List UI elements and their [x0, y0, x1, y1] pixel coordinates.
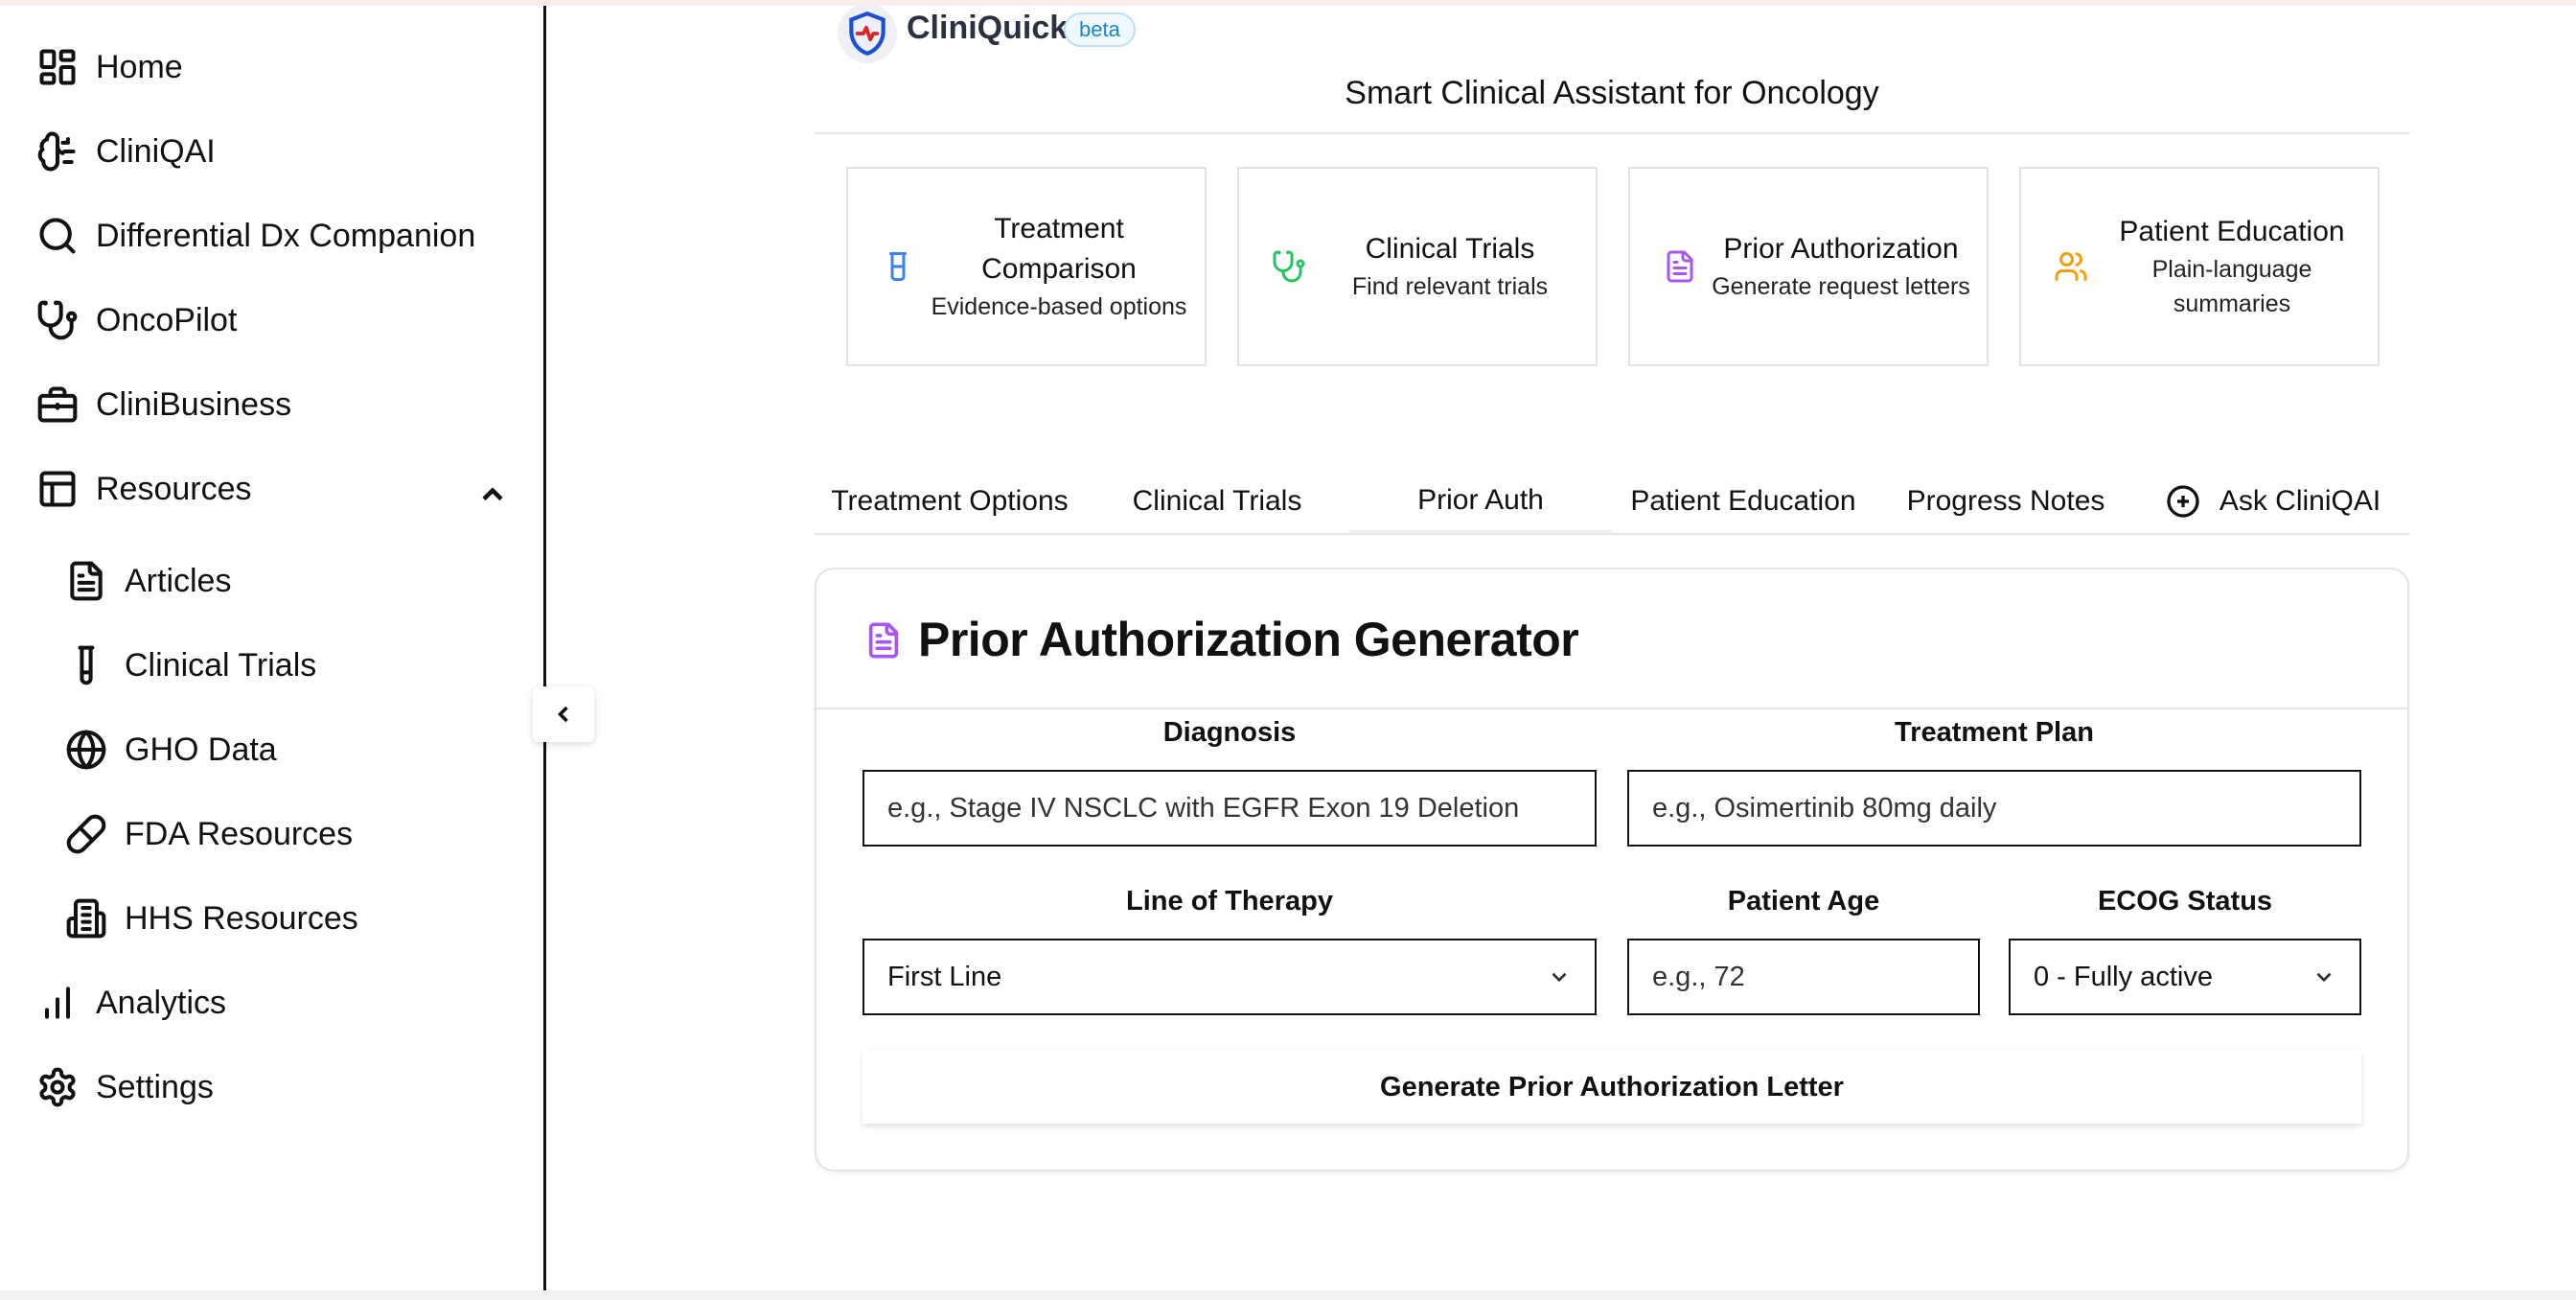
test-tube-icon	[63, 642, 109, 688]
generate-letter-button[interactable]: Generate Prior Authorization Letter	[862, 1051, 2361, 1124]
stethoscope-icon	[34, 297, 80, 343]
sidebar-item-label: Clinical Trials	[125, 646, 317, 684]
diagnosis-label: Diagnosis	[1162, 717, 1297, 748]
search-icon	[34, 213, 80, 259]
sidebar-item-label: GHO Data	[125, 731, 277, 768]
sidebar-item-label: CliniQAI	[96, 132, 216, 170]
card-description: Plain-language summaries	[2151, 256, 2312, 317]
sidebar-item-hhs-resources[interactable]: HHS Resources	[63, 890, 358, 947]
sidebar-item-oncopilot[interactable]: OncoPilot	[34, 291, 237, 349]
sidebar-item-label: CliniBusiness	[96, 385, 292, 423]
panel-header: Prior Authorization Generator	[816, 569, 2407, 709]
line-of-therapy-label: Line of Therapy	[1126, 886, 1333, 917]
select-value: 0 - Fully active	[2034, 961, 2213, 992]
pill-icon	[63, 811, 109, 857]
card-patient-education[interactable]: Patient Education Plain-language summari…	[2019, 167, 2380, 366]
layout-icon	[34, 466, 80, 512]
sidebar-item-label: HHS Resources	[125, 899, 358, 937]
sidebar-item-label: Home	[96, 48, 183, 85]
sidebar-item-label: Analytics	[96, 984, 227, 1021]
tab-prior-auth[interactable]: Prior Auth	[1349, 470, 1612, 533]
card-clinical-trials[interactable]: Clinical Trials Find relevant trials	[1237, 167, 1598, 366]
header-divider	[815, 132, 2409, 134]
card-title: Clinical Trials	[1365, 233, 1535, 265]
sidebar-item-clinical-trials[interactable]: Clinical Trials	[63, 637, 316, 694]
bottom-border	[0, 1290, 2576, 1300]
select-value: First Line	[887, 961, 1002, 992]
card-description: Find relevant trials	[1351, 273, 1549, 300]
page-subtitle: Smart Clinical Assistant for Oncology	[1345, 75, 1879, 111]
file-text-icon	[63, 558, 109, 604]
sidebar-item-home[interactable]: Home	[34, 38, 183, 96]
sidebar-item-label: Differential Dx Companion	[96, 217, 476, 254]
tab-label: Prior Auth	[1417, 483, 1544, 516]
sidebar-item-clinibusiness[interactable]: CliniBusiness	[34, 376, 291, 433]
sidebar-item-settings[interactable]: Settings	[34, 1058, 214, 1116]
tab-treatment-options[interactable]: Treatment Options	[815, 470, 1085, 533]
brand-name: CliniQuick	[907, 10, 1069, 46]
tab-clinical-trials[interactable]: Clinical Trials	[1085, 470, 1349, 533]
card-treatment-comparison[interactable]: Treatment Comparison Evidence-based opti…	[846, 167, 1207, 366]
collapse-sidebar-button[interactable]	[533, 686, 594, 742]
card-title: Treatment Comparison	[981, 213, 1137, 285]
chevron-down-icon	[1552, 972, 1567, 983]
card-title: Prior Authorization	[1723, 233, 1959, 265]
card-description: Generate request letters	[1712, 273, 1970, 300]
ecog-status-label: ECOG Status	[2097, 886, 2273, 917]
treatment-plan-label: Treatment Plan	[1895, 717, 2094, 748]
plus-circle-icon	[2166, 484, 2200, 519]
gear-icon	[34, 1064, 80, 1110]
building-icon	[63, 895, 109, 941]
tab-patient-education[interactable]: Patient Education	[1612, 470, 1874, 533]
bar-chart-icon	[34, 980, 80, 1026]
beaker-icon	[869, 249, 927, 284]
ecog-status-select[interactable]: 0 - Fully active	[2009, 939, 2361, 1015]
patient-age-input[interactable]	[1627, 939, 1980, 1015]
tab-label: Patient Education	[1630, 485, 1856, 517]
brain-icon	[34, 128, 80, 174]
card-description: Evidence-based options	[931, 293, 1187, 320]
line-of-therapy-select[interactable]: First Line	[862, 939, 1597, 1015]
diagnosis-input[interactable]	[862, 770, 1597, 847]
globe-icon	[63, 727, 109, 773]
sidebar-item-differential-dx[interactable]: Differential Dx Companion	[34, 207, 475, 265]
grid-icon	[34, 44, 80, 90]
treatment-plan-input[interactable]	[1627, 770, 2361, 847]
tab-bar: Treatment Options Clinical Trials Prior …	[815, 470, 2409, 535]
file-text-icon	[1651, 249, 1709, 284]
beta-badge: beta	[1064, 12, 1136, 47]
sidebar-item-label: Articles	[125, 562, 232, 599]
patient-age-label: Patient Age	[1727, 886, 1880, 917]
sidebar-item-cliniqai[interactable]: CliniQAI	[34, 123, 216, 180]
tab-ask-cliniqai[interactable]: Ask CliniQAI	[2137, 470, 2409, 533]
sidebar: Home CliniQAI Differential Dx Companion …	[0, 6, 546, 1290]
sidebar-item-gho-data[interactable]: GHO Data	[63, 721, 277, 778]
tab-label: Progress Notes	[1906, 485, 2105, 517]
tab-label: Ask CliniQAI	[2219, 485, 2381, 517]
briefcase-icon	[34, 382, 80, 428]
sidebar-item-articles[interactable]: Articles	[63, 552, 231, 610]
sidebar-item-label: Settings	[96, 1068, 214, 1105]
sidebar-item-fda-resources[interactable]: FDA Resources	[63, 805, 353, 863]
file-text-icon	[864, 619, 903, 662]
sidebar-item-label: Resources	[96, 470, 252, 507]
tab-label: Clinical Trials	[1132, 485, 1302, 517]
app-logo[interactable]	[838, 4, 897, 63]
chevron-left-icon	[558, 706, 568, 723]
sidebar-item-analytics[interactable]: Analytics	[34, 974, 226, 1032]
chevron-up-icon[interactable]	[475, 477, 510, 512]
shield-logo-icon	[849, 11, 886, 57]
chevron-down-icon	[2316, 972, 2332, 983]
card-prior-authorization[interactable]: Prior Authorization Generate request let…	[1628, 167, 1989, 366]
card-title: Patient Education	[2119, 216, 2345, 247]
panel-title: Prior Authorization Generator	[918, 613, 1579, 666]
tab-progress-notes[interactable]: Progress Notes	[1874, 470, 2137, 533]
sidebar-item-resources[interactable]: Resources	[34, 460, 252, 518]
stethoscope-icon	[1260, 249, 1318, 284]
sidebar-item-label: FDA Resources	[125, 815, 354, 852]
users-icon	[2042, 249, 2100, 284]
sidebar-item-label: OncoPilot	[96, 301, 238, 338]
tab-label: Treatment Options	[831, 485, 1069, 517]
